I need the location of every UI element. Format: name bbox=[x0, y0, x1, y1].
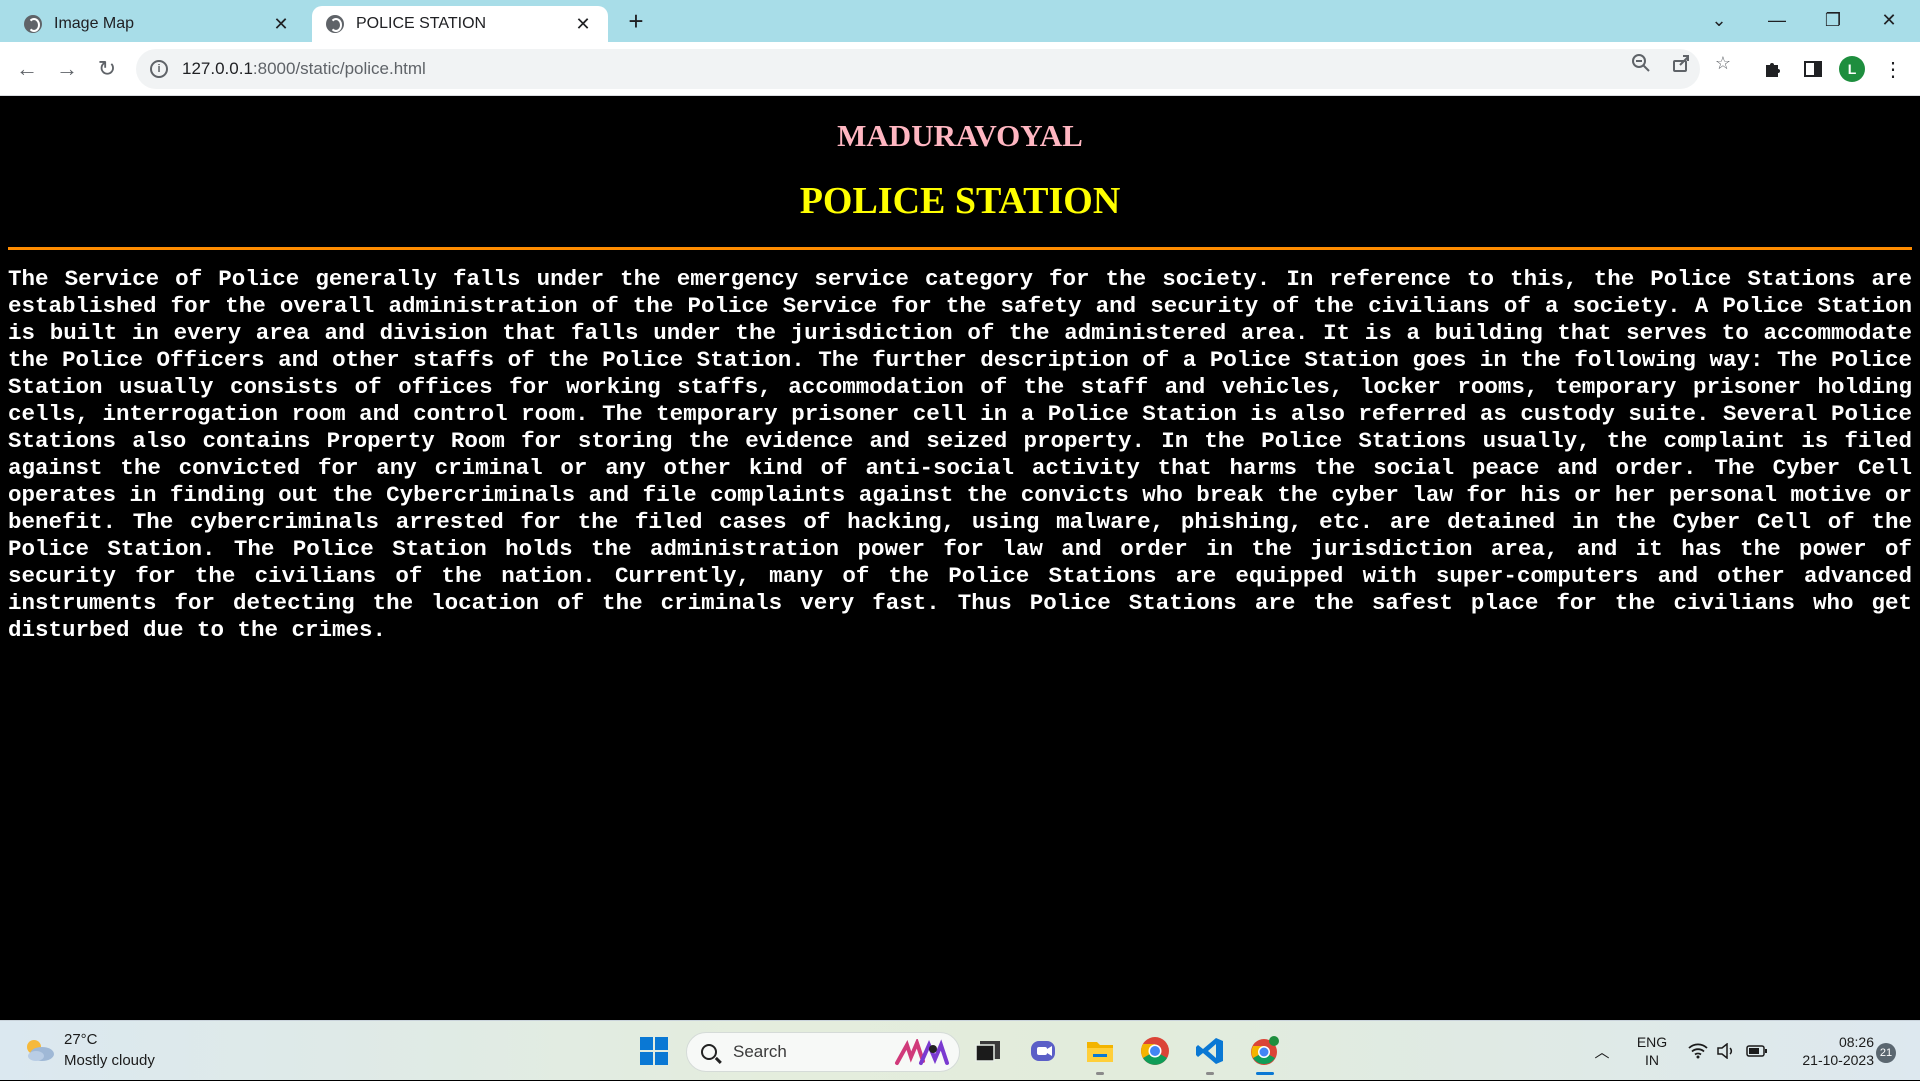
tab-search-dropdown-icon[interactable]: ⌄ bbox=[1696, 0, 1742, 40]
bookmark-star-icon[interactable]: ☆ bbox=[1712, 52, 1734, 74]
more-menu-icon[interactable]: ⋮ bbox=[1880, 56, 1906, 82]
chrome-profile-icon[interactable] bbox=[1248, 1034, 1282, 1068]
vscode-icon[interactable] bbox=[1193, 1034, 1227, 1068]
partly-cloudy-icon[interactable] bbox=[22, 1037, 56, 1063]
language-indicator[interactable]: ENG IN bbox=[1632, 1033, 1672, 1069]
close-tab-icon[interactable]: ✕ bbox=[270, 13, 292, 35]
teams-chat-icon[interactable] bbox=[1027, 1034, 1061, 1068]
taskbar-search-box[interactable]: Search bbox=[686, 1032, 960, 1072]
browser-tab-strip: Image Map ✕ POLICE STATION ✕ + ⌄ — ❐ ✕ bbox=[0, 0, 1920, 42]
reload-icon[interactable]: ↻ bbox=[92, 54, 122, 84]
language-code: ENG bbox=[1636, 1034, 1668, 1050]
globe-icon bbox=[24, 15, 42, 33]
browser-toolbar: ← → ↻ i 127.0.0.1 :8000/static/police.ht… bbox=[0, 42, 1920, 96]
back-arrow-icon[interactable]: ← bbox=[12, 54, 42, 84]
page-title: POLICE STATION bbox=[799, 180, 1121, 222]
taskbar: 27°C Mostly cloudy Search ︿ ENG IN 08:26… bbox=[0, 1020, 1920, 1080]
share-icon[interactable] bbox=[1670, 52, 1692, 74]
page-content: MADURAVOYAL POLICE STATION The Service o… bbox=[0, 96, 1920, 1020]
search-icon bbox=[701, 1044, 717, 1060]
minimize-button[interactable]: — bbox=[1754, 0, 1800, 40]
forward-arrow-icon[interactable]: → bbox=[52, 54, 82, 84]
url-path: :8000/static/police.html bbox=[252, 59, 426, 78]
system-clock[interactable]: 08:26 21-10-2023 bbox=[1778, 1033, 1874, 1069]
new-tab-button[interactable]: + bbox=[622, 8, 650, 36]
weather-description[interactable]: Mostly cloudy bbox=[64, 1052, 155, 1069]
url-host: 127.0.0.1 bbox=[182, 59, 253, 78]
notification-count-badge[interactable]: 21 bbox=[1876, 1043, 1896, 1063]
site-info-icon[interactable]: i bbox=[150, 60, 168, 78]
start-icon[interactable] bbox=[637, 1034, 671, 1068]
file-explorer-icon[interactable] bbox=[1083, 1034, 1117, 1068]
wifi-icon[interactable] bbox=[1686, 1021, 1710, 1081]
profile-avatar[interactable]: L bbox=[1839, 56, 1865, 82]
chrome-icon[interactable] bbox=[1138, 1034, 1172, 1068]
show-hidden-icons-chevron-icon[interactable]: ︿ bbox=[1590, 1021, 1614, 1081]
close-tab-icon[interactable]: ✕ bbox=[572, 13, 594, 35]
task-view-icon[interactable] bbox=[971, 1034, 1005, 1068]
weather-temperature[interactable]: 27°C bbox=[64, 1031, 98, 1048]
tab-title: POLICE STATION bbox=[356, 15, 487, 32]
zoom-icon[interactable] bbox=[1630, 52, 1652, 74]
language-region: IN bbox=[1645, 1052, 1659, 1068]
address-bar[interactable]: i 127.0.0.1 :8000/static/police.html bbox=[136, 49, 1700, 89]
maximize-button[interactable]: ❐ bbox=[1810, 0, 1856, 40]
search-placeholder: Search bbox=[733, 1042, 787, 1061]
globe-icon bbox=[326, 15, 344, 33]
extensions-puzzle-icon[interactable] bbox=[1760, 56, 1786, 82]
tab-image-map[interactable]: Image Map ✕ bbox=[10, 6, 306, 42]
running-indicator bbox=[1096, 1072, 1104, 1075]
clock-time: 08:26 bbox=[1838, 1034, 1874, 1050]
active-app-indicator bbox=[1256, 1072, 1274, 1075]
page-subtitle: MADURAVOYAL bbox=[837, 118, 1083, 153]
side-panel-icon[interactable] bbox=[1800, 56, 1826, 82]
tab-title: Image Map bbox=[54, 15, 135, 32]
search-highlight-art-icon bbox=[895, 1039, 949, 1065]
clock-date: 21-10-2023 bbox=[1802, 1052, 1874, 1068]
battery-icon[interactable] bbox=[1744, 1021, 1770, 1081]
close-window-button[interactable]: ✕ bbox=[1866, 0, 1912, 40]
tab-police-station[interactable]: POLICE STATION ✕ bbox=[312, 6, 608, 42]
horizontal-rule bbox=[8, 247, 1912, 250]
volume-icon[interactable] bbox=[1714, 1021, 1738, 1081]
running-indicator bbox=[1206, 1072, 1214, 1075]
description-paragraph: The Service of Police generally falls un… bbox=[8, 266, 1912, 643]
